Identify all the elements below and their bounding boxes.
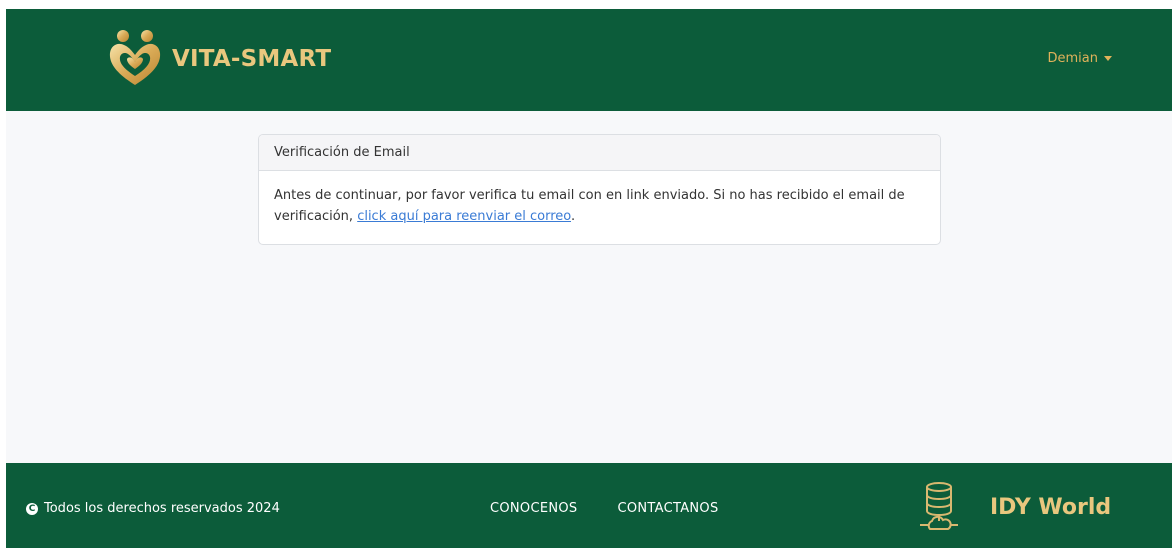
partner-brand[interactable]: IDY World	[918, 481, 1111, 533]
footer-link-contactanos[interactable]: CONTACTANOS	[617, 501, 718, 516]
top-border	[0, 0, 1172, 9]
main-content: Verificación de Email Antes de continuar…	[6, 111, 1172, 463]
user-dropdown[interactable]: Demian	[1047, 51, 1112, 66]
caret-down-icon	[1104, 56, 1112, 61]
navbar: VITA-SMART Demian	[6, 9, 1172, 111]
user-name: Demian	[1047, 51, 1099, 66]
copyright: C Todos los derechos reservados 2024	[26, 501, 280, 516]
card-trailing-period: .	[571, 209, 576, 224]
footer-nav: CONOCENOS CONTACTANOS	[490, 501, 719, 516]
resend-email-link[interactable]: click aquí para reenviar el correo	[357, 209, 571, 224]
footer-link-conocenos[interactable]: CONOCENOS	[490, 501, 577, 516]
family-heart-icon	[109, 30, 161, 85]
copyright-text: Todos los derechos reservados 2024	[44, 501, 280, 516]
brand-name: VITA-SMART	[172, 46, 332, 72]
copyright-icon: C	[26, 502, 38, 515]
footer: C Todos los derechos reservados 2024 CON…	[6, 463, 1172, 548]
card-body: Antes de continuar, por favor verifica t…	[259, 171, 940, 241]
card-header: Verificación de Email	[259, 135, 940, 171]
partner-name: IDY World	[990, 494, 1112, 520]
database-cloud-icon	[920, 482, 958, 530]
brand[interactable]: VITA-SMART	[106, 27, 331, 91]
verification-card: Verificación de Email Antes de continuar…	[258, 134, 941, 245]
